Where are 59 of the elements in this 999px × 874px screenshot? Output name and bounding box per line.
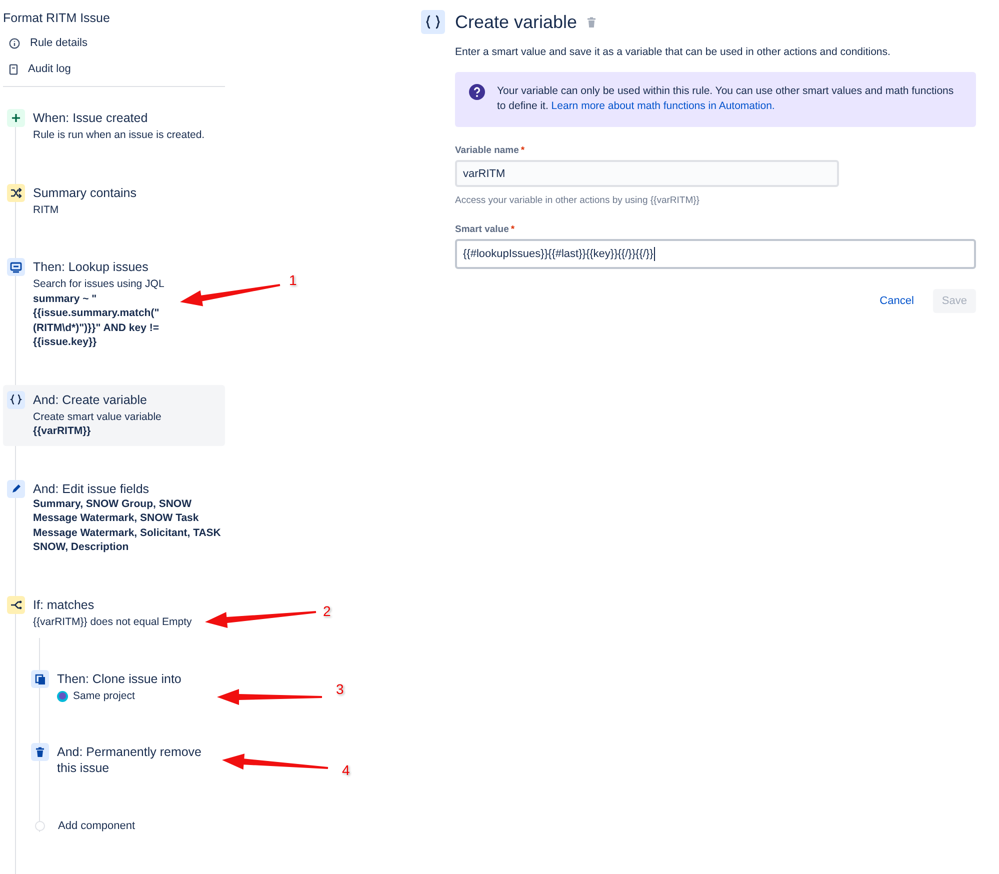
nav-item[interactable]: Rule details [9, 34, 225, 52]
step-title: And: Create variable [33, 392, 148, 408]
step-description: RITM [33, 202, 60, 217]
project-name: Same project [73, 690, 135, 702]
rule-step[interactable]: Then: Lookup issues Search for issues using JQL summary ~ "{{issue.summary.match("(RITM\d*)")}}" AND key != {{issue.key}} [3, 254, 225, 354]
panel-description: Enter a smart value and save it as a variable that can be used in other actions and conditions. [455, 46, 892, 58]
trash-icon [31, 743, 49, 761]
rule-step[interactable]: If: matches {{varRITM}} does not equal Empty [3, 592, 225, 633]
step-title: If: matches [33, 596, 96, 612]
rule-step[interactable]: And: Create variable Create smart value variable {{varRITM}} [3, 384, 225, 446]
step-detail: Summary, SNOW Group, SNOW Message Watermark, SNOW Task Message Watermark, Solicitant, TASK SNOW, Description [33, 496, 221, 554]
step-title: Summary contains [33, 184, 137, 200]
step-description: Search for issues using JQL [33, 277, 166, 292]
step-title: When: Issue created [33, 110, 149, 126]
monitor-icon [7, 258, 25, 276]
delete-icon[interactable] [587, 16, 596, 28]
braces-icon [421, 10, 445, 34]
pencil-icon [7, 480, 25, 498]
rule-step[interactable]: Then: Clone issue into Same project [27, 666, 225, 706]
annotation-number: 1 [289, 272, 297, 288]
text-field[interactable]: {{#lookupIssues}}{{#last}}{{key}}{{/}}{{/}} [455, 239, 976, 269]
rule-title: Format RITM Issue [3, 11, 111, 25]
project-avatar-icon [57, 690, 68, 702]
step-detail: summary ~ "{{issue.summary.match("(RITM\d*)")}}" AND key != {{issue.key}} [33, 292, 160, 350]
step-description: Create smart value variable [33, 410, 162, 424]
help-icon [469, 84, 485, 100]
step-title: Add component [58, 819, 136, 834]
step-title: Then: Lookup issues [33, 259, 150, 275]
rule-step[interactable]: Add component [27, 813, 225, 838]
text-field[interactable]: varRITM [455, 160, 839, 187]
step-detail: {{varRITM}} [33, 424, 92, 438]
panel-title: Create variable [455, 12, 578, 32]
field-label: Smart value * [455, 224, 516, 235]
braces-icon [7, 390, 25, 408]
step-title: And: Permanently remove this issue [57, 744, 203, 776]
step-title: And: Edit issue fields [33, 480, 150, 496]
step-description: {{varRITM}} does not equal Empty [33, 614, 192, 629]
info-message: Your variable can only be used within this rule. You can use other smart values and math functions to define it. Learn more about math functions in Automation. [497, 84, 955, 114]
rule-step[interactable]: And: Edit issue fields Summary, SNOW Group, SNOW Message Watermark, SNOW Task Message Watermark, Solicitant, TASK SNOW, Description [3, 476, 225, 558]
annotation-number: 3 [336, 681, 344, 697]
learn-more-link[interactable]: Learn more about math functions in Automation. [551, 100, 775, 112]
rule-step[interactable]: And: Permanently remove this issue [27, 739, 225, 780]
shuffle-icon [7, 184, 25, 202]
plus-icon [7, 109, 25, 127]
step-description: Rule is run when an issue is created. [33, 128, 205, 142]
add-circle-icon [35, 821, 45, 831]
copy-icon [31, 670, 49, 688]
annotation-number: 2 [323, 603, 331, 619]
nav-item[interactable]: Audit log [9, 60, 225, 78]
rule-step[interactable]: When: Issue created Rule is run when an issue is created. [3, 105, 225, 146]
rule-step[interactable]: Summary contains RITM [3, 180, 225, 221]
field-helper: Access your variable in other actions by using {{varRITM}} [455, 195, 700, 206]
cancel-button[interactable]: Cancel [870, 289, 923, 313]
info-icon [9, 38, 20, 48]
field-label: Variable name * [455, 145, 526, 156]
branch-icon [7, 596, 25, 614]
step-title: Then: Clone issue into [57, 671, 182, 687]
document-icon [9, 64, 18, 74]
annotation-number: 4 [342, 762, 350, 778]
